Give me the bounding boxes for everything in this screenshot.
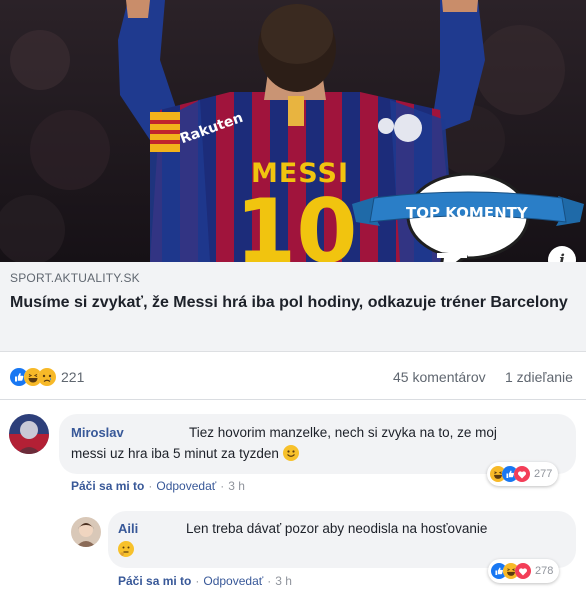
sad-icon: [38, 368, 56, 386]
comment-reaction-count: 278: [535, 565, 554, 577]
link-preview[interactable]: SPORT.AKTUALITY.SK Musíme si zvykať, že …: [0, 262, 586, 352]
love-icon: [513, 465, 530, 482]
post-image[interactable]: Rakuten MESSI 10 TOP KOMENTY i: [0, 0, 586, 262]
separator: ·: [267, 574, 272, 588]
comment-reaction-count: 277: [534, 468, 553, 480]
preview-title[interactable]: Musíme si zvykať, že Messi hrá iba pol h…: [10, 292, 576, 314]
reply-link[interactable]: Odpovedať: [156, 479, 216, 493]
jersey-number: 10: [235, 180, 357, 262]
comment-text: Tiez hovorim manzelke, nech si zvyka na …: [189, 425, 497, 440]
separator: ·: [220, 479, 225, 493]
separator: ·: [195, 574, 200, 588]
reaction-count: 221: [61, 369, 85, 385]
reply-link[interactable]: Odpovedať: [203, 574, 263, 588]
like-link[interactable]: Páči sa mi to: [71, 479, 144, 493]
comment-reactions[interactable]: 277: [487, 462, 559, 486]
reaction-summary[interactable]: 221: [10, 367, 84, 387]
comment-actions: Páči sa mi to · Odpovedať · 3 h: [118, 574, 292, 588]
comment-actions: Páči sa mi to · Odpovedať · 3 h: [71, 479, 245, 493]
avatar[interactable]: [9, 414, 49, 454]
comment-author[interactable]: Miroslav: [71, 425, 124, 440]
comment-reactions[interactable]: 278: [488, 559, 560, 583]
avatar[interactable]: [71, 517, 101, 547]
timestamp[interactable]: 3 h: [275, 574, 292, 588]
love-icon: [514, 562, 531, 579]
comment-text: Len treba dávať pozor aby neodisla na ho…: [186, 521, 488, 536]
messi-photo: Rakuten MESSI 10 TOP KOMENTY: [0, 0, 586, 262]
top-comments-label: TOP KOMENTY: [406, 204, 529, 222]
separator: ·: [148, 479, 153, 493]
like-link[interactable]: Páči sa mi to: [118, 574, 191, 588]
comment-text-line2: messi uz hra iba 5 minut za tyzden: [71, 444, 299, 463]
share-count[interactable]: 1 zdieľanie: [505, 369, 573, 385]
timestamp[interactable]: 3 h: [228, 479, 245, 493]
smile-emoji: [282, 445, 299, 461]
preview-domain: SPORT.AKTUALITY.SK: [10, 271, 140, 285]
comment-count[interactable]: 45 komentárov: [393, 369, 486, 385]
post-stats: 221 45 komentárov 1 zdieľanie: [0, 352, 586, 400]
comment-author[interactable]: Aili: [118, 521, 138, 536]
thinking-emoji: [118, 541, 134, 557]
facebook-post: Rakuten MESSI 10 TOP KOMENTY i SPORT.AKT…: [0, 0, 586, 599]
